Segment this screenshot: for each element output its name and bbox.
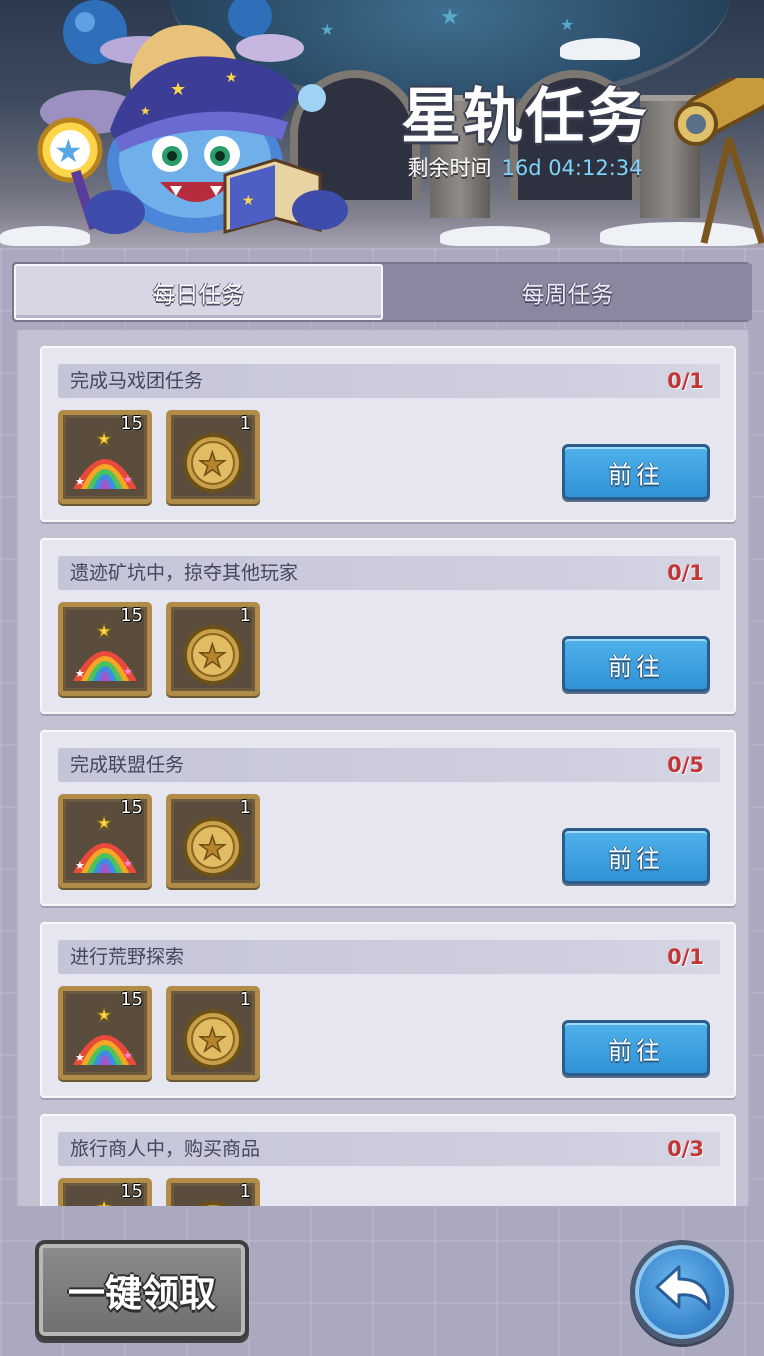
gold-star-coin-icon: ★ (183, 1009, 243, 1069)
svg-text:★: ★ (96, 621, 112, 642)
task-progress: 0/1 (667, 369, 704, 393)
reward-count: 1 (239, 989, 251, 1010)
task-progress: 0/1 (667, 945, 704, 969)
reward-count: 15 (120, 1181, 143, 1202)
task-header: 旅行商人中，购买商品 0/3 (58, 1132, 720, 1166)
task-title: 完成马戏团任务 (70, 370, 204, 392)
task-progress: 0/3 (667, 1137, 704, 1161)
task-list[interactable]: 完成马戏团任务 0/1 ★ ★ ★ 15 ★ 1 前往 遗迹矿坑中，掠夺其他玩家 0/1… (16, 330, 750, 1206)
task-progress: 0/5 (667, 753, 704, 777)
task-card: 完成联盟任务 0/5 ★ ★ ★ 15 ★ 1 前往 (40, 730, 736, 906)
reward-count: 15 (120, 797, 143, 818)
gold-star-coin-icon: ★ (183, 625, 243, 685)
reward-slot[interactable]: ★ ★ ★ 15 (58, 410, 152, 504)
reward-slot[interactable]: ★ ★ ★ 15 (58, 986, 152, 1080)
svg-text:★: ★ (96, 813, 112, 834)
svg-text:★: ★ (96, 1005, 112, 1026)
reward-slot[interactable]: ★ ★ ★ 15 (58, 794, 152, 888)
svg-text:★: ★ (75, 1051, 85, 1064)
svg-text:★: ★ (198, 829, 227, 867)
reward-slot[interactable]: ★ 1 (166, 1178, 260, 1206)
svg-text:★: ★ (198, 1021, 227, 1059)
wizard-mascot-icon: ★ ★ ★ ★ ★ (37, 0, 348, 234)
task-title: 旅行商人中，购买商品 (70, 1138, 261, 1160)
svg-text:★: ★ (140, 104, 151, 118)
svg-text:★: ★ (123, 857, 133, 870)
svg-text:★: ★ (198, 637, 227, 675)
reward-count: 1 (239, 413, 251, 434)
page-title: 星轨任务 (401, 82, 649, 152)
header-banner: ★ ★ ★ ★ ★ ★ ★ ★ 星轨任务 剩余时间 16d 04:12:34 (0, 0, 764, 248)
snow (560, 38, 640, 60)
gold-star-coin-icon: ★ (183, 817, 243, 877)
svg-text:★: ★ (123, 665, 133, 678)
reward-slot[interactable]: ★ 1 (166, 602, 260, 696)
svg-text:★: ★ (96, 429, 112, 450)
svg-text:★: ★ (225, 70, 238, 86)
svg-text:★: ★ (123, 473, 133, 486)
gold-star-coin-icon: ★ (183, 433, 243, 493)
go-button[interactable]: 前往 (562, 636, 710, 692)
rainbow-star-pile-icon: ★ ★ ★ (73, 621, 137, 681)
task-header: 完成联盟任务 0/5 (58, 748, 720, 782)
task-header: 进行荒野探索 0/1 (58, 940, 720, 974)
svg-text:★: ★ (198, 445, 227, 483)
reward-count: 15 (120, 605, 143, 626)
task-progress: 0/1 (667, 561, 704, 585)
task-title: 进行荒野探索 (70, 946, 185, 968)
reward-slot[interactable]: ★ 1 (166, 986, 260, 1080)
svg-text:★: ★ (96, 1197, 112, 1206)
go-button[interactable]: 前往 (562, 828, 710, 884)
reward-slot[interactable]: ★ ★ ★ 15 (58, 602, 152, 696)
remaining-time: 剩余时间 16d 04:12:34 (380, 152, 670, 182)
go-button[interactable]: 前往 (562, 1020, 710, 1076)
svg-text:★: ★ (75, 859, 85, 872)
svg-text:★: ★ (170, 79, 186, 100)
remaining-time-value: 16d 04:12:34 (501, 156, 643, 180)
rainbow-star-pile-icon: ★ ★ ★ (73, 813, 137, 873)
reward-count: 1 (239, 605, 251, 626)
task-card: 完成马戏团任务 0/1 ★ ★ ★ 15 ★ 1 前往 (40, 346, 736, 522)
snow (440, 226, 550, 246)
svg-text:★: ★ (75, 667, 85, 680)
reward-count: 15 (120, 989, 143, 1010)
go-button[interactable]: 前往 (562, 444, 710, 500)
claim-all-button[interactable]: 一键领取 (35, 1240, 249, 1340)
task-card: 遗迹矿坑中，掠夺其他玩家 0/1 ★ ★ ★ 15 ★ 1 前往 (40, 538, 736, 714)
reward-slot[interactable]: ★ ★ ★ 15 (58, 1178, 152, 1206)
back-button[interactable] (630, 1240, 734, 1344)
tab-weekly-tasks[interactable]: 每周任务 (383, 264, 752, 320)
task-header: 遗迹矿坑中，掠夺其他玩家 0/1 (58, 556, 720, 590)
task-card: 旅行商人中，购买商品0/3 ★ ★ ★ 15 ★ 1前往 (40, 1114, 736, 1206)
tab-daily-tasks[interactable]: 每日任务 (14, 264, 383, 320)
svg-text:★: ★ (242, 193, 255, 209)
reward-count: 1 (239, 797, 251, 818)
rainbow-star-pile-icon: ★ ★ ★ (73, 429, 137, 489)
reward-count: 1 (239, 1181, 251, 1202)
reward-count: 15 (120, 413, 143, 434)
remaining-time-label: 剩余时间 (407, 156, 492, 180)
back-arrow-icon (655, 1265, 711, 1311)
rainbow-star-pile-icon: ★ ★ ★ (73, 1005, 137, 1065)
task-title: 遗迹矿坑中，掠夺其他玩家 (70, 562, 299, 584)
task-tabs: 每日任务 每周任务 (12, 262, 752, 322)
svg-text:★: ★ (54, 132, 83, 170)
svg-text:★: ★ (75, 475, 85, 488)
telescope-icon (674, 78, 764, 245)
task-title: 完成联盟任务 (70, 754, 185, 776)
task-card: 进行荒野探索 0/1 ★ ★ ★ 15 ★ 1 前往 (40, 922, 736, 1098)
task-header: 完成马戏团任务 0/1 (58, 364, 720, 398)
reward-slot[interactable]: ★ 1 (166, 794, 260, 888)
svg-text:★: ★ (123, 1049, 133, 1062)
reward-slot[interactable]: ★ 1 (166, 410, 260, 504)
title-block: 星轨任务 剩余时间 16d 04:12:34 (380, 82, 670, 182)
